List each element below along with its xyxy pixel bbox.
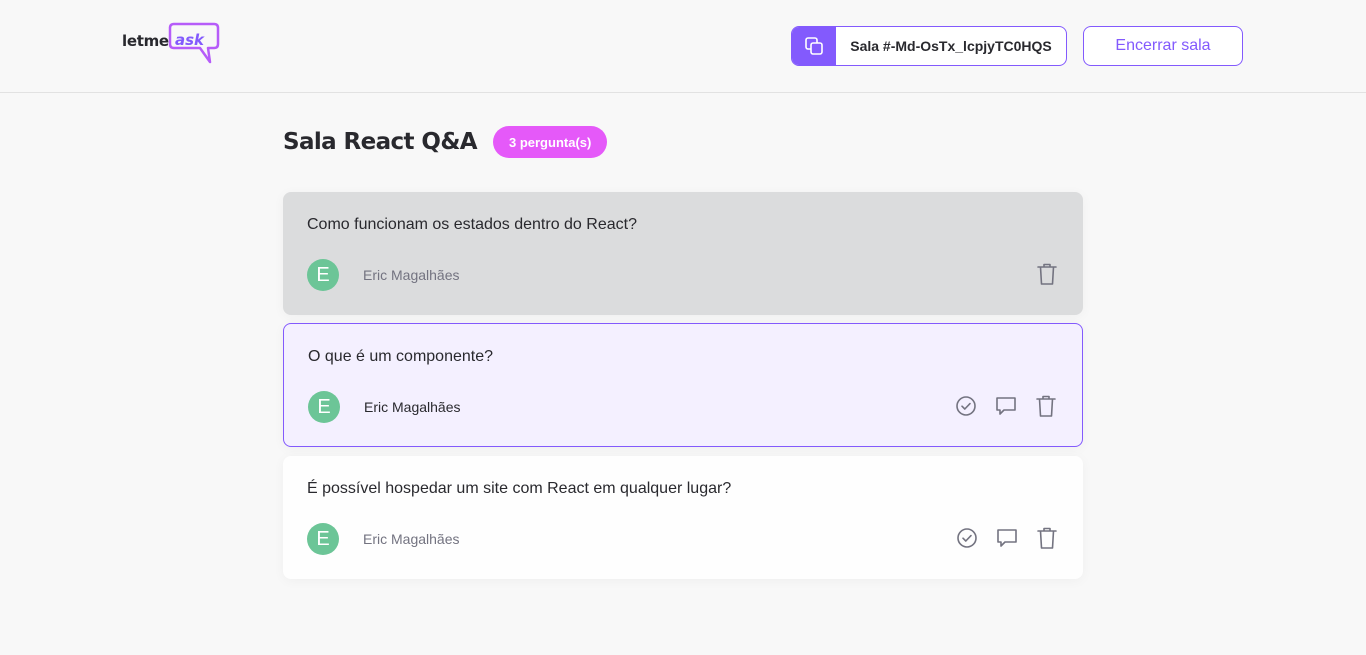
delete-question-button[interactable] [1035,262,1059,286]
check-circle-icon [956,396,976,416]
question-card: É possível hospedar um site com React em… [283,456,1083,579]
avatar: E [308,391,340,423]
delete-question-button[interactable] [1034,394,1058,418]
avatar: E [307,259,339,291]
page-header: letme ask Sala #-Md-OsTx_lcpjyTC0HQS Enc… [0,0,1366,93]
room-title-bar: Sala React Q&A 3 pergunta(s) [283,126,608,158]
answer-icon [997,529,1017,547]
highlight-question-button[interactable] [995,526,1019,550]
author-name: Eric Magalhães [364,399,461,415]
logo-text-ask: ask [175,31,205,49]
delete-question-button[interactable] [1035,526,1059,550]
copy-room-code-button[interactable]: Sala #-Md-OsTx_lcpjyTC0HQS [791,26,1067,66]
page-title: Sala React Q&A [283,129,478,155]
question-actions [955,526,1059,550]
author-name: Eric Magalhães [363,531,460,547]
trash-icon [1037,527,1057,549]
author-name: Eric Magalhães [363,267,460,283]
logo-text-letme: letme [122,32,169,50]
question-text: É possível hospedar um site com React em… [307,480,732,497]
avatar: E [307,523,339,555]
answer-icon [996,397,1016,415]
copy-icon [792,27,836,65]
question-text: O que é um componente? [308,348,494,365]
question-count-badge: 3 pergunta(s) [492,126,608,158]
question-text: Como funcionam os estados dentro do Reac… [307,216,637,233]
close-room-button[interactable]: Encerrar sala [1083,26,1243,66]
question-card: Como funcionam os estados dentro do Reac… [283,192,1083,315]
check-circle-icon [957,528,977,548]
trash-icon [1037,263,1057,285]
question-card: O que é um componente? E Eric Magalhães [283,323,1083,447]
letmeask-logo: letme ask [122,22,222,70]
trash-icon [1036,395,1056,417]
room-code-text: Sala #-Md-OsTx_lcpjyTC0HQS [850,38,1052,54]
mark-answered-button[interactable] [954,394,978,418]
mark-answered-button[interactable] [955,526,979,550]
question-actions [954,394,1058,418]
question-actions [1035,262,1059,286]
highlight-question-button[interactable] [994,394,1018,418]
